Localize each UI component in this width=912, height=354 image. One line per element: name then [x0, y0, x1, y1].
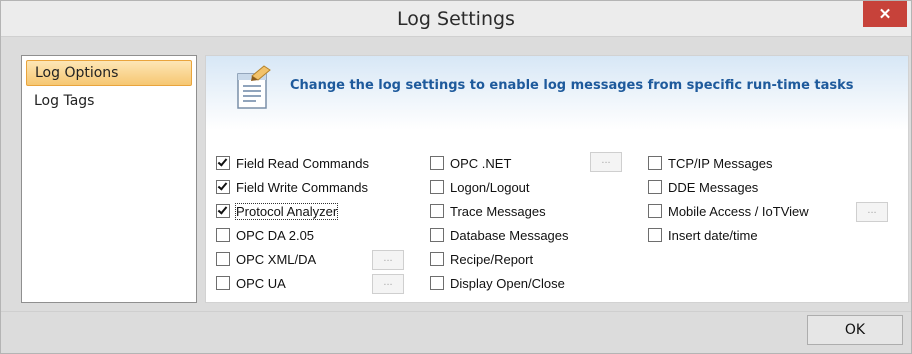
option-label: TCP/IP Messages [668, 155, 773, 171]
sidebar-item-log-options[interactable]: Log Options [26, 60, 192, 86]
opc-xml-da-settings-button[interactable]: ... [372, 250, 404, 270]
option-label: DDE Messages [668, 179, 759, 195]
option-logon-logout[interactable]: Logon/Logout [430, 178, 530, 196]
checkbox[interactable] [430, 252, 444, 266]
option-label: Database Messages [450, 227, 569, 243]
sidebar: Log Options Log Tags [21, 55, 197, 303]
option-label: Field Read Commands [236, 155, 369, 171]
option-label: Insert date/time [668, 227, 758, 243]
option-mobile-access-iotview[interactable]: Mobile Access / IoTView [648, 202, 809, 220]
checkbox[interactable] [216, 156, 230, 170]
option-trace-messages[interactable]: Trace Messages [430, 202, 546, 220]
option-field-write-commands[interactable]: Field Write Commands [216, 178, 368, 196]
option-opc-net[interactable]: OPC .NET [430, 154, 511, 172]
checkbox[interactable] [648, 180, 662, 194]
close-button[interactable]: ✕ [863, 1, 907, 27]
checkmark-icon [217, 156, 228, 167]
option-label: Display Open/Close [450, 275, 565, 291]
sidebar-item-log-tags[interactable]: Log Tags [26, 88, 192, 114]
option-label: OPC XML/DA [236, 251, 317, 267]
opc-ua-settings-button[interactable]: ... [372, 274, 404, 294]
option-label: Protocol Analyzer [234, 202, 339, 220]
option-protocol-analyzer[interactable]: Protocol Analyzer [216, 202, 339, 220]
option-opc-da-205[interactable]: OPC DA 2.05 [216, 226, 314, 244]
mobile-access-settings-button[interactable]: ... [856, 202, 888, 222]
option-label: OPC UA [236, 275, 286, 291]
option-database-messages[interactable]: Database Messages [430, 226, 569, 244]
option-label: Logon/Logout [450, 179, 530, 195]
checkbox[interactable] [430, 180, 444, 194]
checkbox[interactable] [216, 180, 230, 194]
checkbox[interactable] [216, 252, 230, 266]
header-description: Change the log settings to enable log me… [290, 78, 854, 93]
document-edit-icon [237, 65, 271, 109]
checkbox[interactable] [648, 204, 662, 218]
checkbox[interactable] [648, 228, 662, 242]
option-dde-messages[interactable]: DDE Messages [648, 178, 758, 196]
window-title: Log Settings [397, 8, 515, 30]
checkbox[interactable] [430, 276, 444, 290]
checkmark-icon [217, 204, 228, 215]
checkbox[interactable] [216, 204, 230, 218]
option-label: OPC .NET [450, 155, 512, 171]
close-icon: ✕ [878, 6, 892, 23]
checkbox[interactable] [216, 228, 230, 242]
option-label: Trace Messages [450, 203, 546, 219]
checkbox[interactable] [430, 156, 444, 170]
log-options-panel: Change the log settings to enable log me… [205, 55, 909, 303]
checkbox[interactable] [648, 156, 662, 170]
checkbox[interactable] [216, 276, 230, 290]
checkbox[interactable] [430, 228, 444, 242]
checkmark-icon [217, 180, 228, 191]
option-label: OPC DA 2.05 [236, 227, 315, 243]
footer-divider [1, 311, 911, 312]
option-label: Field Write Commands [236, 179, 368, 195]
option-label: Recipe/Report [450, 251, 534, 267]
option-label: Mobile Access / IoTView [668, 203, 809, 219]
checkbox[interactable] [430, 204, 444, 218]
option-opc-ua[interactable]: OPC UA [216, 274, 286, 292]
ok-button[interactable]: OK [807, 315, 903, 345]
option-insert-date-time[interactable]: Insert date/time [648, 226, 758, 244]
option-display-open-close[interactable]: Display Open/Close [430, 274, 565, 292]
option-tcp-ip-messages[interactable]: TCP/IP Messages [648, 154, 773, 172]
option-recipe-report[interactable]: Recipe/Report [430, 250, 533, 268]
header-band: Change the log settings to enable log me… [206, 56, 908, 130]
option-field-read-commands[interactable]: Field Read Commands [216, 154, 369, 172]
option-opc-xml-da[interactable]: OPC XML/DA [216, 250, 316, 268]
title-bar: Log Settings ✕ [1, 1, 911, 37]
opc-net-settings-button[interactable]: ... [590, 152, 622, 172]
log-settings-dialog: Log Settings ✕ Log Options Log Tags Chan… [0, 0, 912, 354]
